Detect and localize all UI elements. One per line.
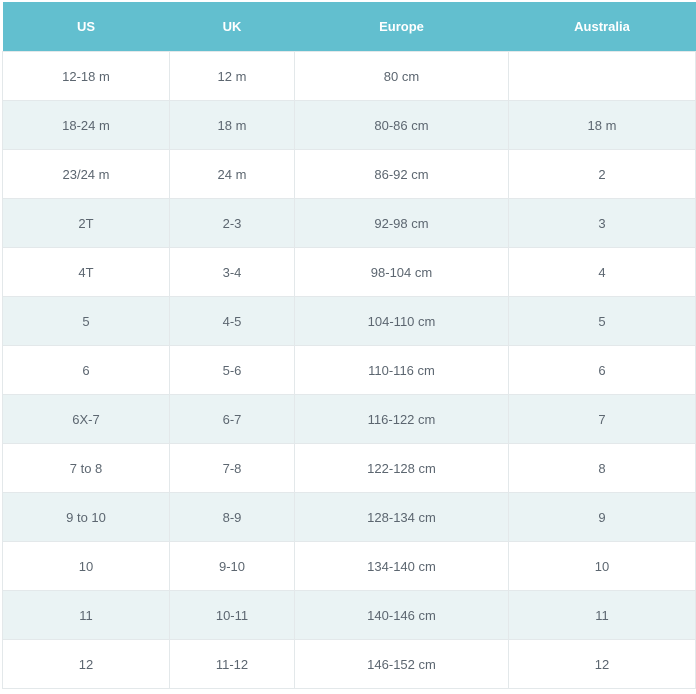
table-row: 9 to 10 8-9 128-134 cm 9 [2, 492, 696, 542]
column-header-europe: Europe [294, 2, 509, 52]
table-row: 18-24 m 18 m 80-86 cm 18 m [2, 100, 696, 150]
table-row: 7 to 8 7-8 122-128 cm 8 [2, 443, 696, 493]
cell-europe: 86-92 cm [294, 149, 509, 199]
cell-australia: 3 [508, 198, 696, 248]
cell-australia: 6 [508, 345, 696, 395]
column-header-australia: Australia [508, 2, 696, 52]
cell-uk: 24 m [169, 149, 295, 199]
cell-us: 5 [2, 296, 170, 346]
cell-us: 23/24 m [2, 149, 170, 199]
table-row: 23/24 m 24 m 86-92 cm 2 [2, 149, 696, 199]
cell-us: 6 [2, 345, 170, 395]
cell-europe: 80 cm [294, 51, 509, 101]
cell-us: 18-24 m [2, 100, 170, 150]
cell-europe: 98-104 cm [294, 247, 509, 297]
cell-uk: 7-8 [169, 443, 295, 493]
cell-europe: 122-128 cm [294, 443, 509, 493]
cell-us: 12-18 m [2, 51, 170, 101]
cell-europe: 80-86 cm [294, 100, 509, 150]
cell-europe: 128-134 cm [294, 492, 509, 542]
cell-uk: 8-9 [169, 492, 295, 542]
cell-uk: 2-3 [169, 198, 295, 248]
cell-uk: 12 m [169, 51, 295, 101]
cell-uk: 6-7 [169, 394, 295, 444]
column-header-us: US [2, 2, 170, 52]
table-row: 10 9-10 134-140 cm 10 [2, 541, 696, 591]
cell-australia: 11 [508, 590, 696, 640]
cell-us: 4T [2, 247, 170, 297]
cell-europe: 110-116 cm [294, 345, 509, 395]
table-row: 5 4-5 104-110 cm 5 [2, 296, 696, 346]
cell-uk: 9-10 [169, 541, 295, 591]
cell-europe: 116-122 cm [294, 394, 509, 444]
column-header-uk: UK [169, 2, 295, 52]
cell-us: 10 [2, 541, 170, 591]
cell-us: 6X-7 [2, 394, 170, 444]
size-chart-table: US UK Europe Australia 12-18 m 12 m 80 cm 1… [2, 2, 696, 689]
cell-australia: 18 m [508, 100, 696, 150]
table-row: 2T 2-3 92-98 cm 3 [2, 198, 696, 248]
cell-australia: 12 [508, 639, 696, 689]
cell-uk: 18 m [169, 100, 295, 150]
cell-europe: 146-152 cm [294, 639, 509, 689]
table-row: 6X-7 6-7 116-122 cm 7 [2, 394, 696, 444]
cell-australia [508, 51, 696, 101]
cell-australia: 9 [508, 492, 696, 542]
cell-europe: 134-140 cm [294, 541, 509, 591]
cell-us: 11 [2, 590, 170, 640]
table-row: 11 10-11 140-146 cm 11 [2, 590, 696, 640]
table-row: 4T 3-4 98-104 cm 4 [2, 247, 696, 297]
table-row: 12-18 m 12 m 80 cm [2, 51, 696, 101]
table-row: 6 5-6 110-116 cm 6 [2, 345, 696, 395]
cell-australia: 5 [508, 296, 696, 346]
cell-us: 2T [2, 198, 170, 248]
cell-uk: 4-5 [169, 296, 295, 346]
cell-us: 9 to 10 [2, 492, 170, 542]
cell-australia: 8 [508, 443, 696, 493]
cell-europe: 104-110 cm [294, 296, 509, 346]
cell-uk: 11-12 [169, 639, 295, 689]
cell-australia: 7 [508, 394, 696, 444]
cell-australia: 10 [508, 541, 696, 591]
cell-uk: 3-4 [169, 247, 295, 297]
cell-uk: 10-11 [169, 590, 295, 640]
size-chart: US UK Europe Australia 12-18 m 12 m 80 cm 1… [2, 2, 696, 689]
cell-australia: 2 [508, 149, 696, 199]
table-row: 12 11-12 146-152 cm 12 [2, 639, 696, 689]
table-body: 12-18 m 12 m 80 cm 18-24 m 18 m 80-86 cm 18 m2… [2, 51, 696, 689]
cell-us: 12 [2, 639, 170, 689]
cell-europe: 92-98 cm [294, 198, 509, 248]
cell-australia: 4 [508, 247, 696, 297]
cell-europe: 140-146 cm [294, 590, 509, 640]
table-header: US UK Europe Australia [2, 2, 696, 52]
header-row: US UK Europe Australia [2, 2, 696, 52]
cell-us: 7 to 8 [2, 443, 170, 493]
cell-uk: 5-6 [169, 345, 295, 395]
